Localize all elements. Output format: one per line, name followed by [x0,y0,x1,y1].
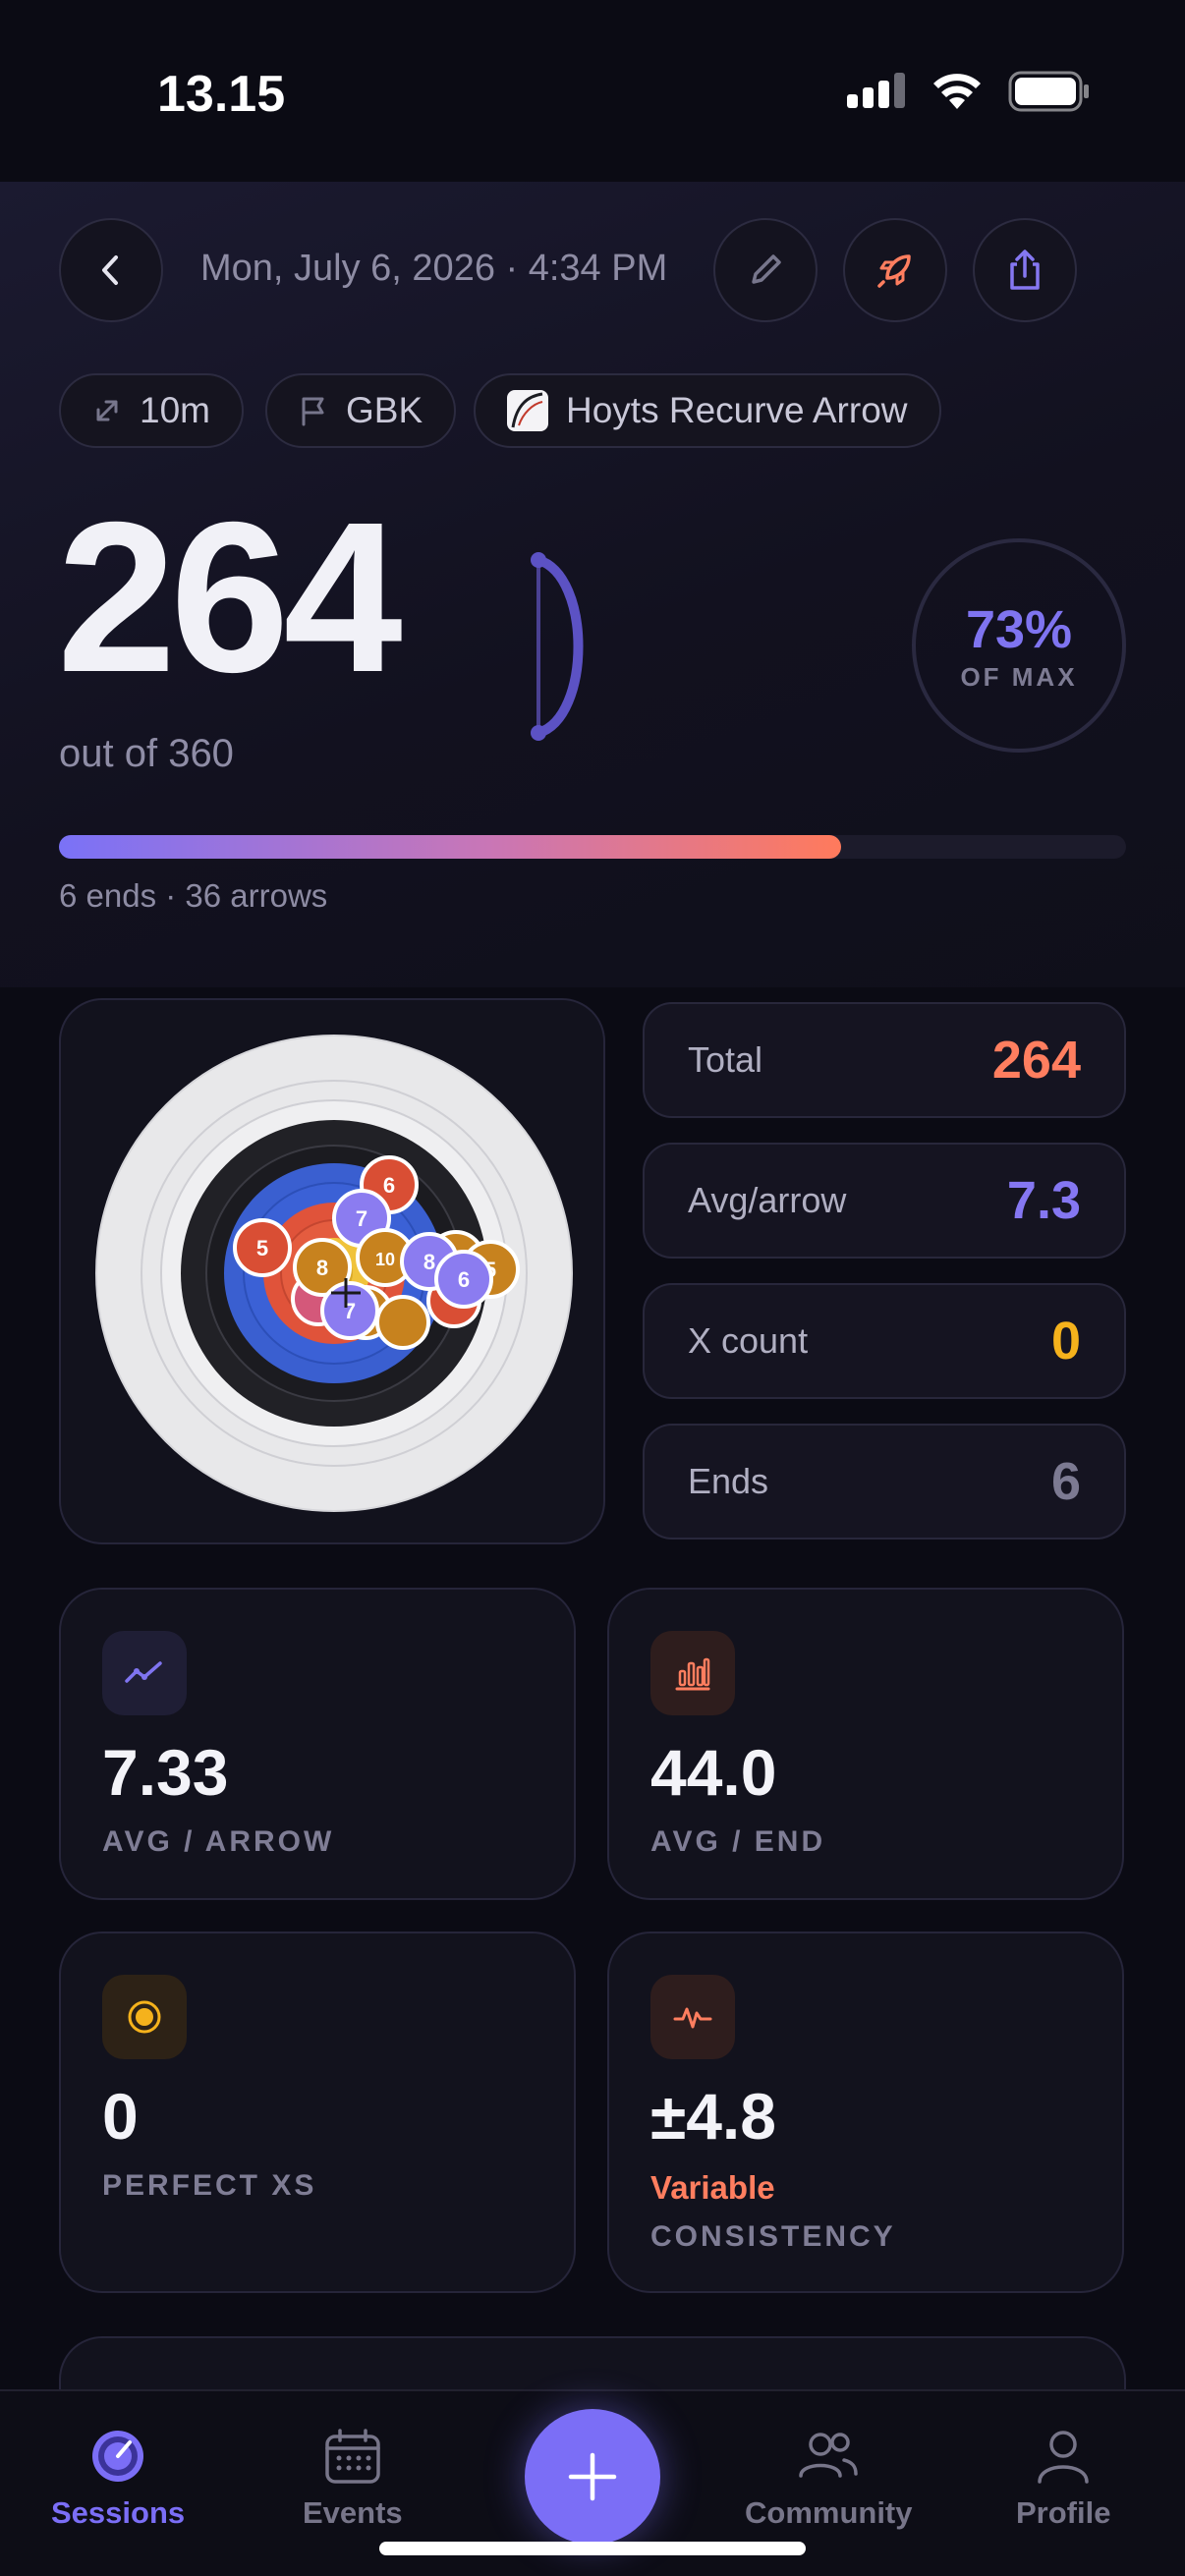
stat-avg-arrow-label: Avg/arrow [688,1180,847,1220]
status-time: 13.15 [157,66,286,123]
metric-avg-arrow-value: 7.33 [102,1736,229,1809]
arrow-hit-label: 5 [256,1236,268,1260]
pencil-icon [752,254,781,284]
tab-community[interactable]: Community [745,2427,913,2531]
tab-events[interactable]: Events [303,2427,403,2531]
chevron-left-icon [102,255,118,285]
score-progress-fill [59,835,842,859]
calendar-icon [325,2429,380,2484]
metric-perfect-xs-label: PERFECT XS [102,2169,317,2202]
stat-avg-arrow-value: 7.3 [1006,1171,1081,1230]
round-chip[interactable]: GBK [265,373,457,448]
tab-community-label: Community [745,2495,913,2530]
consistency-badge: Variable [650,2169,775,2206]
metric-avg-end-label: AVG / END [650,1825,826,1858]
boost-button[interactable] [843,218,947,322]
tab-profile-label: Profile [1016,2495,1111,2530]
distance-label: 10m [140,390,210,430]
back-button[interactable] [59,218,163,322]
metric-consistency-icon-box [650,1975,735,2059]
stat-total: Total 264 [643,1002,1126,1118]
percent-value: 73% [965,599,1073,659]
tab-sessions[interactable]: Sessions [51,2427,185,2531]
trend-line-icon [125,1661,162,1683]
cellular-signal-icon [847,73,905,108]
arrow-hit-label: 6 [383,1173,395,1198]
stat-ends-value: 6 [1050,1452,1081,1511]
stat-ends-label: Ends [688,1461,769,1501]
tab-events-label: Events [303,2495,403,2530]
session-score: 264 [57,478,403,717]
metric-consistency-value: ±4.8 [650,2080,776,2153]
equipment-label: Hoyts Recurve Arrow [566,390,908,430]
distance-chip[interactable]: 10m [59,373,244,448]
equipment-chip[interactable]: Hoyts Recurve Arrow [474,373,941,448]
session-date: Mon, July 6, 2026 · 4:34 PM [200,248,668,289]
status-icons [847,71,1091,112]
edit-button[interactable] [713,218,818,322]
plus-icon [568,2452,617,2501]
bow-icon [531,552,584,741]
ends-arrows-summary: 6 ends · 36 arrows [59,877,328,914]
metric-perfect-xs-icon-box [102,1975,187,2059]
tab-profile[interactable]: Profile [1016,2427,1110,2531]
bar-chart-icon [675,1657,710,1691]
share-button[interactable] [973,218,1077,322]
stat-x-count-label: X count [688,1320,809,1361]
arrow-hit-underlay [375,1295,430,1350]
arrow-hit-label: 6 [458,1267,470,1292]
arrow-hit-label: 8 [423,1250,435,1274]
home-indicator [379,2542,806,2555]
pulse-icon [673,2007,712,2029]
stat-x-count: X count 0 [643,1283,1126,1399]
arrow-hit-label: 7 [356,1206,367,1231]
metric-perfect-xs-value: 0 [102,2080,139,2153]
metric-perfect-xs-card: 0 PERFECT XS [59,1932,576,2293]
arrow-hit-label: 10 [375,1250,395,1269]
battery-icon [1008,71,1089,112]
max-score-label: out of 360 [59,732,234,775]
bullseye-icon [128,2000,161,2034]
target-face: 67581078567 [95,1035,573,1512]
stat-x-count-value: 0 [1050,1312,1081,1371]
metric-avg-end-value: 44.0 [650,1736,777,1809]
stat-ends: Ends 6 [643,1424,1126,1540]
score-progress-bar [59,835,1126,859]
tab-sessions-label: Sessions [51,2495,186,2530]
expand-arrows-icon [96,400,118,421]
bow-thumbnail-icon [507,390,548,431]
round-label: GBK [346,390,423,430]
metric-avg-end-card: 44.0 AVG / END [607,1588,1124,1900]
metric-consistency-label: CONSISTENCY [650,2220,896,2253]
percent-of-max-ring: 73% OF MAX [912,538,1126,753]
metric-avg-end-icon-box [650,1631,735,1715]
people-icon [799,2433,858,2478]
wifi-icon [933,74,981,109]
metric-avg-arrow-icon-box [102,1631,187,1715]
metric-avg-arrow-card: 7.33 AVG / ARROW [59,1588,576,1900]
person-icon [1038,2431,1089,2484]
stat-total-value: 264 [991,1031,1081,1090]
arrow-hit-label: 8 [316,1256,328,1280]
percent-label: OF MAX [960,661,1078,692]
metric-consistency-card: ±4.8 Variable CONSISTENCY [607,1932,1124,2293]
metric-avg-arrow-label: AVG / ARROW [102,1825,335,1858]
stat-total-label: Total [688,1039,763,1080]
rocket-icon [877,254,911,288]
sessions-dial-icon [92,2431,144,2482]
flag-icon [302,397,324,426]
stat-avg-arrow: Avg/arrow 7.3 [643,1143,1126,1259]
add-session-button[interactable] [525,2409,660,2545]
share-icon [1010,250,1040,290]
target-face-card[interactable]: 67581078567 [59,998,605,1544]
